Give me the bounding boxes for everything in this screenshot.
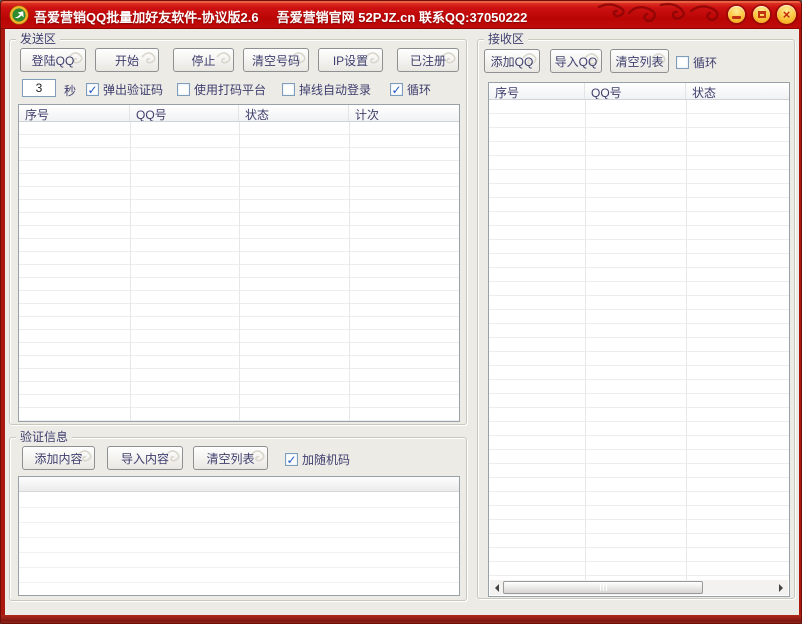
- send-table-body[interactable]: [19, 122, 459, 421]
- grid-line: [585, 100, 586, 580]
- app-icon: [9, 5, 29, 25]
- column-header[interactable]: QQ号: [130, 105, 239, 121]
- window-title: 吾爱营销QQ批量加好友软件-协议版2.6 吾爱营销官网 52PJZ.cn 联系QQ…: [34, 7, 527, 26]
- verify-list[interactable]: [18, 476, 460, 596]
- receive-table[interactable]: 序号 QQ号 状态: [488, 82, 790, 597]
- window-title-main: 吾爱营销QQ批量加好友软件-协议版2.6: [34, 10, 259, 25]
- column-header[interactable]: 序号: [19, 105, 130, 121]
- column-header[interactable]: 状态: [239, 105, 349, 121]
- registered-button[interactable]: 已注册: [397, 48, 459, 72]
- import-content-button[interactable]: 导入内容: [107, 446, 183, 470]
- verify-area-label: 验证信息: [16, 430, 72, 444]
- add-content-button[interactable]: 添加内容: [22, 446, 95, 470]
- checkbox-box-icon: [676, 56, 689, 69]
- verify-list-header: [19, 477, 459, 492]
- checkbox-receive-loop[interactable]: 循环: [676, 54, 717, 71]
- add-qq-button[interactable]: 添加QQ: [484, 49, 540, 73]
- column-header[interactable]: 计次: [349, 105, 459, 121]
- send-table[interactable]: 序号 QQ号 状态 计次: [18, 104, 460, 422]
- client-area: 发送区 登陆QQ 开始 停止 清空号码 IP设置 已注册 秒: [5, 29, 799, 617]
- close-icon: ×: [783, 8, 791, 21]
- import-qq-button[interactable]: 导入QQ: [550, 49, 602, 73]
- login-qq-button[interactable]: 登陆QQ: [20, 48, 86, 72]
- checkbox-box-icon: ✓: [86, 83, 99, 96]
- checkbox-auto-relogin[interactable]: 掉线自动登录: [282, 81, 371, 98]
- checkbox-box-icon: [282, 83, 295, 96]
- maximize-icon: [758, 11, 766, 18]
- send-area-group: 发送区 登陆QQ 开始 停止 清空号码 IP设置 已注册 秒: [9, 39, 467, 425]
- receive-area-label: 接收区: [484, 32, 528, 46]
- titlebar-swirl-decoration-icon: [595, 1, 725, 29]
- start-button[interactable]: 开始: [95, 48, 159, 72]
- receive-table-header[interactable]: 序号 QQ号 状态: [489, 83, 789, 100]
- app-window: 吾爱营销QQ批量加好友软件-协议版2.6 吾爱营销官网 52PJZ.cn 联系QQ…: [0, 0, 802, 624]
- checkbox-box-icon: [177, 83, 190, 96]
- stop-button[interactable]: 停止: [173, 48, 234, 72]
- button-swirl-icon: [214, 49, 232, 67]
- checkbox-random-code[interactable]: ✓ 加随机码: [285, 451, 350, 468]
- grid-line: [239, 122, 240, 421]
- minimize-button[interactable]: [728, 6, 745, 23]
- button-swirl-icon: [139, 49, 157, 67]
- title-bar[interactable]: 吾爱营销QQ批量加好友软件-协议版2.6 吾爱营销官网 52PJZ.cn 联系QQ…: [1, 1, 802, 29]
- checkbox-popup-captcha[interactable]: ✓ 弹出验证码: [86, 81, 163, 98]
- checkbox-box-icon: ✓: [390, 83, 403, 96]
- checkbox-captcha-platform[interactable]: 使用打码平台: [177, 81, 266, 98]
- close-button[interactable]: ×: [777, 5, 796, 24]
- clear-qq-list-button[interactable]: 清空列表: [610, 49, 669, 73]
- grid-line: [130, 122, 131, 421]
- clear-content-list-button[interactable]: 清空列表: [193, 446, 268, 470]
- send-table-header[interactable]: 序号 QQ号 状态 计次: [19, 105, 459, 122]
- checkbox-box-icon: ✓: [285, 453, 298, 466]
- column-header[interactable]: QQ号: [585, 83, 686, 99]
- grid-line: [686, 100, 687, 580]
- verify-area-group: 验证信息 添加内容 导入内容 清空列表 ✓ 加随机码: [9, 437, 467, 601]
- scroll-right-arrow[interactable]: [774, 580, 788, 595]
- send-area-label: 发送区: [16, 32, 60, 46]
- receive-table-body[interactable]: [489, 100, 789, 580]
- window-title-extra: 吾爱营销官网 52PJZ.cn 联系QQ:37050222: [277, 10, 528, 25]
- scroll-left-arrow[interactable]: [490, 580, 504, 595]
- horizontal-scrollbar[interactable]: [490, 580, 788, 595]
- ip-settings-button[interactable]: IP设置: [318, 48, 383, 72]
- minimize-icon: [732, 16, 741, 19]
- scroll-thumb[interactable]: [503, 581, 703, 594]
- clear-numbers-button[interactable]: 清空号码: [243, 48, 309, 72]
- receive-area-group: 接收区 添加QQ 导入QQ 清空列表 循环 序号 QQ号 状态: [477, 39, 795, 599]
- column-header[interactable]: 序号: [489, 83, 585, 99]
- column-header[interactable]: 状态: [686, 83, 789, 99]
- checkbox-send-loop[interactable]: ✓ 循环: [390, 81, 431, 98]
- interval-unit-label: 秒: [64, 82, 76, 99]
- interval-seconds-input[interactable]: [22, 79, 56, 97]
- maximize-button[interactable]: [753, 6, 770, 23]
- verify-list-body[interactable]: [19, 493, 459, 595]
- grid-line: [349, 122, 350, 421]
